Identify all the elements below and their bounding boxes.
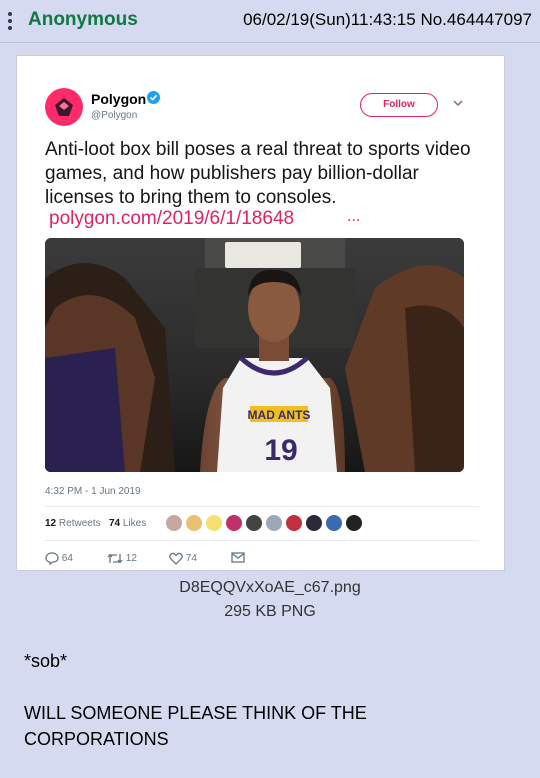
like-icon	[169, 552, 183, 565]
post-comment: *sob* WILL SOMEONE PLEASE THINK OF THE C…	[24, 648, 367, 752]
liker-avatar[interactable]	[305, 514, 323, 532]
comment-spacer	[24, 674, 367, 700]
tweet-timestamp[interactable]: 4:32 PM - 1 Jun 2019	[45, 486, 141, 497]
retweets-label: Retweets	[58, 518, 101, 529]
liker-avatar[interactable]	[185, 514, 203, 532]
retweets-count[interactable]: 12	[45, 518, 56, 529]
comment-line: CORPORATIONS	[24, 729, 169, 749]
liker-avatar[interactable]	[225, 514, 243, 532]
tweet-stats: 12 Retweets 74 Likes	[45, 518, 146, 529]
post-datetime: 06/02/19(Sun)11:43:15	[243, 10, 416, 29]
message-icon	[231, 552, 245, 563]
chevron-down-icon[interactable]	[453, 100, 463, 107]
jersey-number-text: 19	[264, 434, 297, 467]
post-header: Anonymous 06/02/19(Sun)11:43:15 No.46444…	[0, 0, 540, 43]
file-name-link[interactable]: D8EQQVxXoAE_c67.png	[0, 579, 540, 597]
tweet-media-image[interactable]: MAD ANTS 19	[45, 238, 464, 472]
tweet-account-name[interactable]: Polygon	[91, 91, 146, 107]
basketball-player-scene: MAD ANTS 19	[45, 238, 464, 472]
comment-line: WILL SOMEONE PLEASE THINK OF THE	[24, 703, 367, 723]
tweet-handle[interactable]: @Polygon	[91, 110, 137, 121]
jersey-team-text: MAD ANTS	[248, 408, 311, 422]
polygon-avatar	[45, 88, 83, 126]
follow-button[interactable]: Follow	[360, 93, 438, 117]
retweet-icon	[107, 553, 123, 564]
liker-avatar[interactable]	[265, 514, 283, 532]
tweet-text: Anti-loot box bill poses a real threat t…	[45, 139, 471, 208]
reply-count: 64	[61, 553, 73, 565]
post-number[interactable]: No.464447097	[420, 10, 532, 29]
likes-count[interactable]: 74	[109, 518, 120, 529]
liker-avatar[interactable]	[245, 514, 263, 532]
liker-avatar[interactable]	[325, 514, 343, 532]
like-action[interactable]: 74	[169, 552, 197, 565]
comment-line: *sob*	[24, 651, 68, 671]
verified-icon	[147, 91, 160, 104]
liker-avatar[interactable]	[285, 514, 303, 532]
reply-action[interactable]: 64	[45, 552, 73, 566]
file-size: 295 KB PNG	[224, 603, 316, 620]
tweet-link[interactable]: polygon.com/2019/6/1/18648	[49, 208, 294, 230]
liker-avatar[interactable]	[205, 514, 223, 532]
retweet-action[interactable]: 12	[107, 552, 137, 565]
liker-avatar[interactable]	[345, 514, 363, 532]
post-meta: 06/02/19(Sun)11:43:15 No.464447097	[243, 10, 532, 30]
likes-label: Likes	[122, 518, 147, 529]
retweet-action-count: 12	[125, 553, 137, 565]
attachment-image[interactable]: Polygon @Polygon Follow Anti-loot box bi…	[16, 55, 505, 571]
like-action-count: 74	[185, 553, 197, 565]
poster-name: Anonymous	[28, 9, 138, 30]
liker-avatar[interactable]	[165, 514, 183, 532]
menu-dots-icon[interactable]	[8, 12, 14, 32]
divider	[45, 506, 479, 507]
reply-icon	[45, 552, 59, 566]
message-action[interactable]	[231, 552, 245, 563]
divider	[45, 540, 479, 541]
tweet-link-ellipsis: ...	[347, 208, 361, 225]
